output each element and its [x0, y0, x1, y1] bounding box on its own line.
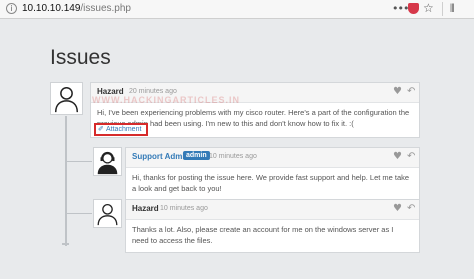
comment-header: Support Admin admin 10 minutes ago ♥ ↶: [126, 148, 419, 168]
user-avatar-icon: [54, 86, 79, 113]
url-field[interactable]: 10.10.10.149/issues.php: [22, 3, 131, 14]
heart-icon[interactable]: ♥: [393, 203, 402, 214]
heart-icon[interactable]: ♥: [393, 86, 402, 97]
avatar: [93, 147, 122, 176]
heart-icon[interactable]: ♥: [393, 151, 402, 162]
watermark: WWW.HACKINGARTICLES.IN: [92, 95, 240, 105]
url-host: 10.10.10.149: [22, 3, 81, 14]
attachment-label: Attachment: [106, 126, 142, 133]
attachment-link[interactable]: ✐ Attachment: [94, 123, 148, 136]
comment-time: 20 minutes ago: [129, 88, 177, 95]
page-actions-icon[interactable]: •••: [392, 2, 409, 15]
admin-badge: admin: [183, 151, 210, 160]
comment-body: Hi, thanks for posting the issue here. W…: [132, 173, 410, 193]
comment-author[interactable]: Hazard: [132, 204, 159, 213]
reply-icon[interactable]: ↶: [407, 86, 415, 97]
info-icon[interactable]: i: [6, 3, 17, 14]
user-avatar-icon: [97, 204, 118, 226]
avatar: [50, 82, 83, 115]
support-agent-icon: [97, 151, 118, 175]
page-title: Issues: [50, 46, 111, 69]
comment-body: Thanks a lot. Also, please create an acc…: [132, 225, 394, 245]
thread-line: [65, 116, 67, 246]
avatar: [93, 199, 122, 228]
paperclip-icon: ✐: [98, 125, 104, 133]
thread-branch: [66, 213, 92, 214]
comment-panel: Hazard 10 minutes ago ♥ ↶ Thanks a lot. …: [125, 199, 420, 253]
reply-icon[interactable]: ↶: [407, 203, 415, 214]
comment-panel: Support Admin admin 10 minutes ago ♥ ↶ H…: [125, 147, 420, 202]
comment-header: Hazard 10 minutes ago ♥ ↶: [126, 200, 419, 220]
comment-time: 10 minutes ago: [160, 205, 208, 212]
toolbar-separator: [442, 2, 443, 16]
browser-address-bar: i 10.10.10.149/issues.php ••• ☆ ⫴: [0, 0, 474, 19]
thread-line-end: [62, 243, 69, 245]
thread-branch: [66, 161, 92, 162]
comment-time: 10 minutes ago: [209, 153, 257, 160]
comment-author[interactable]: Support Admin: [132, 152, 189, 161]
reply-icon[interactable]: ↶: [407, 151, 415, 162]
url-path: /issues.php: [80, 3, 131, 14]
bookmark-star-icon[interactable]: ☆: [423, 1, 434, 15]
pocket-icon[interactable]: [408, 3, 419, 14]
library-icon[interactable]: ⫴: [450, 2, 455, 16]
